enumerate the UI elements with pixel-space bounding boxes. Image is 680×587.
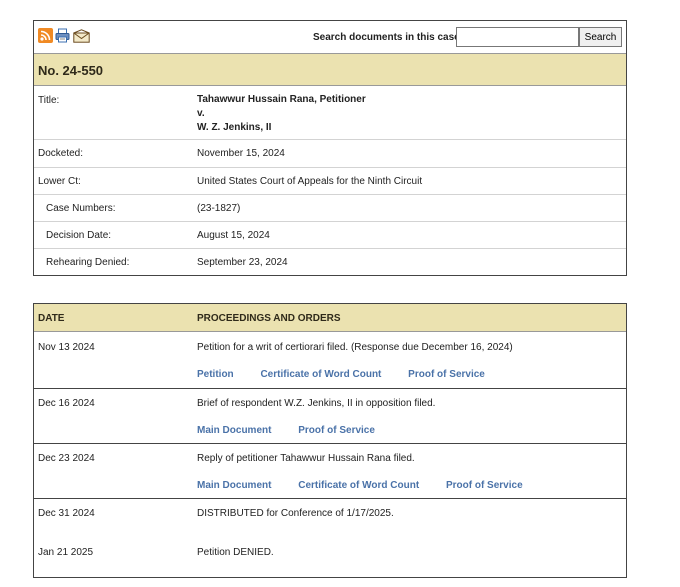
certificate-word-count-link[interactable]: Certificate of Word Count	[260, 369, 381, 380]
entry-date: Dec 16 2024	[38, 398, 95, 409]
print-icon[interactable]	[55, 28, 70, 43]
case-info-panel: Search documents in this case: Search No…	[33, 20, 627, 276]
main-document-link[interactable]: Main Document	[197, 480, 271, 491]
entry-text: Petition for a writ of certiorari filed.…	[197, 342, 513, 353]
title-label: Title:	[38, 95, 60, 106]
proof-of-service-link[interactable]: Proof of Service	[446, 480, 523, 491]
title-versus: v.	[197, 108, 205, 119]
petition-link[interactable]: Petition	[197, 369, 234, 380]
decision-date-value: August 15, 2024	[197, 230, 270, 241]
toolbar: Search documents in this case: Search	[34, 21, 626, 53]
entry-links: Main Document Proof of Service	[197, 425, 399, 436]
entry-links: Main Document Certificate of Word Count …	[197, 480, 547, 491]
title-petitioner: Tahawwur Hussain Rana, Petitioner	[197, 94, 366, 105]
rehearing-denied-label: Rehearing Denied:	[46, 257, 130, 268]
docketed-label: Docketed:	[38, 148, 84, 159]
lower-court-label: Lower Ct:	[38, 176, 81, 187]
decision-date-row: Decision Date: August 15, 2024	[34, 221, 626, 248]
proceeding-entry: Dec 16 2024 Brief of respondent W.Z. Jen…	[34, 388, 626, 443]
docket-number: No. 24-550	[38, 63, 104, 78]
proceedings-header: DATE PROCEEDINGS AND ORDERS	[34, 304, 626, 332]
proof-of-service-link[interactable]: Proof of Service	[408, 369, 485, 380]
search-button[interactable]: Search	[579, 27, 622, 47]
lower-court-row: Lower Ct: United States Court of Appeals…	[34, 167, 626, 194]
rehearing-denied-value: September 23, 2024	[197, 257, 288, 268]
case-header: No. 24-550	[34, 53, 626, 86]
entry-links: Petition Certificate of Word Count Proof…	[197, 369, 509, 380]
certificate-word-count-link[interactable]: Certificate of Word Count	[298, 480, 419, 491]
entry-date: Dec 23 2024	[38, 453, 95, 464]
proceedings-column-header: PROCEEDINGS AND ORDERS	[197, 313, 341, 324]
entry-text: DISTRIBUTED for Conference of 1/17/2025.	[197, 508, 394, 519]
proceeding-entry: Nov 13 2024 Petition for a writ of certi…	[34, 333, 626, 388]
entry-text: Brief of respondent W.Z. Jenkins, II in …	[197, 398, 436, 409]
date-column-header: DATE	[38, 313, 65, 324]
main-document-link[interactable]: Main Document	[197, 425, 271, 436]
docketed-value: November 15, 2024	[197, 148, 285, 159]
entry-date: Dec 31 2024	[38, 508, 95, 519]
rehearing-denied-row: Rehearing Denied: September 23, 2024	[34, 248, 626, 275]
entry-text: Reply of petitioner Tahawwur Hussain Ran…	[197, 453, 415, 464]
entry-text: Petition DENIED.	[197, 547, 274, 558]
case-numbers-value: (23-1827)	[197, 203, 241, 214]
proof-of-service-link[interactable]: Proof of Service	[298, 425, 375, 436]
lower-court-value: United States Court of Appeals for the N…	[197, 176, 423, 187]
proceeding-entry: Dec 31 2024 DISTRIBUTED for Conference o…	[34, 498, 626, 538]
mail-icon[interactable]	[73, 29, 90, 43]
title-row: Title: Tahawwur Hussain Rana, Petitioner…	[34, 87, 626, 139]
decision-date-label: Decision Date:	[46, 230, 112, 241]
search-input[interactable]	[456, 27, 579, 47]
docketed-row: Docketed: November 15, 2024	[34, 139, 626, 167]
rss-icon[interactable]	[38, 28, 53, 43]
title-respondent: W. Z. Jenkins, II	[197, 122, 272, 133]
case-title: Tahawwur Hussain Rana, Petitioner v. W. …	[197, 93, 366, 135]
case-numbers-label: Case Numbers:	[46, 203, 116, 214]
entry-date: Jan 21 2025	[38, 547, 94, 558]
entry-date: Nov 13 2024	[38, 342, 95, 353]
proceeding-entry: Dec 23 2024 Reply of petitioner Tahawwur…	[34, 443, 626, 498]
case-numbers-row: Case Numbers: (23-1827)	[34, 194, 626, 221]
search-label: Search documents in this case:	[313, 32, 464, 43]
proceedings-panel: DATE PROCEEDINGS AND ORDERS Nov 13 2024 …	[33, 303, 627, 578]
proceeding-entry: Jan 21 2025 Petition DENIED.	[34, 538, 626, 578]
